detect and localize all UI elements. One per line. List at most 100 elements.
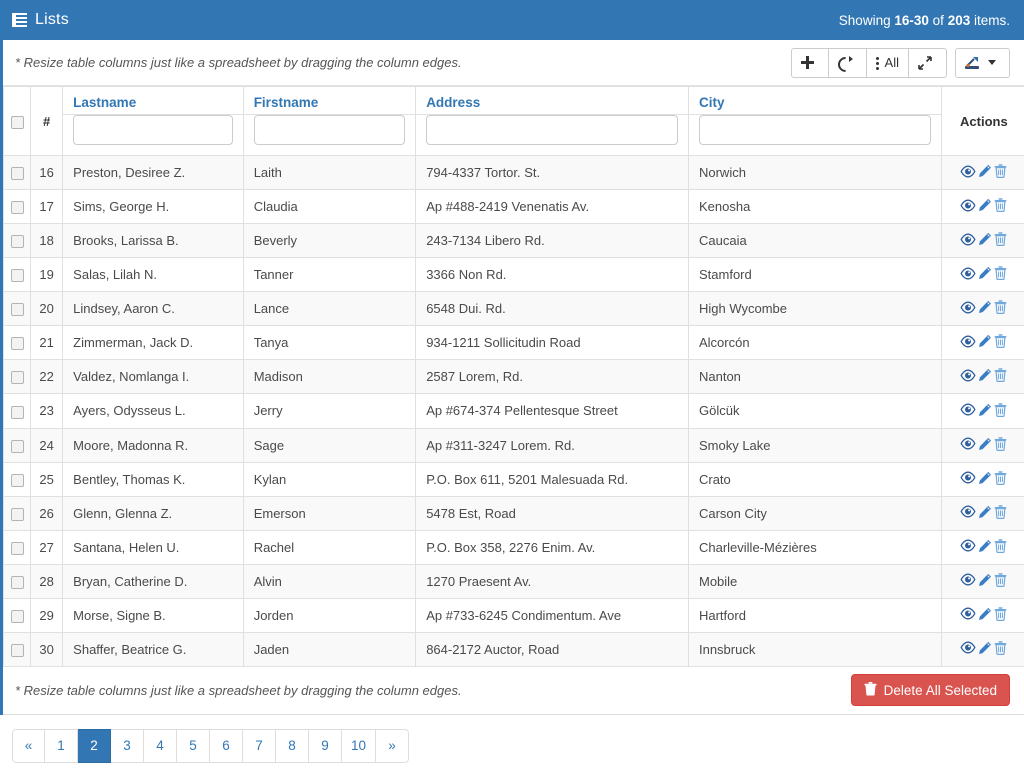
pagination-page-10[interactable]: 10: [342, 728, 377, 763]
row-checkbox[interactable]: [10, 201, 24, 215]
delete-action-icon[interactable]: [994, 504, 1007, 522]
row-checkbox[interactable]: [10, 405, 24, 419]
column-header-lastname[interactable]: Lastname: [62, 86, 244, 115]
select-all-checkbox[interactable]: [10, 115, 24, 129]
view-action-icon[interactable]: [960, 539, 976, 555]
row-checkbox[interactable]: [10, 439, 24, 453]
refresh-button[interactable]: [828, 47, 867, 78]
view-action-icon[interactable]: [960, 573, 976, 589]
view-action-icon[interactable]: [960, 437, 976, 453]
edit-action-icon[interactable]: [978, 368, 992, 385]
filter-input-lastname[interactable]: [73, 115, 233, 145]
pagination-page-9[interactable]: 9: [309, 728, 342, 763]
table-row[interactable]: 19 Salas, Lilah N. Tanner 3366 Non Rd. Stamf…: [2, 257, 1024, 293]
table-row[interactable]: 23 Ayers, Odysseus L. Jerry Ap #674-374 Pel…: [2, 393, 1024, 429]
pagination-page-5[interactable]: 5: [177, 728, 210, 763]
export-dropdown-button[interactable]: [955, 47, 1010, 78]
table-row[interactable]: 30 Shaffer, Beatrice G. Jaden 864-2172 Auct…: [2, 631, 1024, 667]
column-header-lastname-label[interactable]: Lastname: [73, 95, 136, 110]
delete-action-icon[interactable]: [994, 641, 1007, 658]
column-header-firstname[interactable]: Firstname: [242, 86, 417, 115]
delete-action-icon[interactable]: [994, 470, 1007, 488]
table-row[interactable]: 20 Lindsey, Aaron C. Lance 6548 Dui. Rd. Hig…: [2, 291, 1024, 327]
filter-input-address[interactable]: [426, 115, 678, 145]
delete-all-selected-button[interactable]: Delete All Selected: [850, 674, 1010, 707]
view-action-icon[interactable]: [960, 607, 976, 623]
row-checkbox[interactable]: [10, 371, 24, 385]
edit-action-icon[interactable]: [978, 437, 992, 454]
delete-action-icon[interactable]: [994, 368, 1007, 385]
pagination-page-4[interactable]: 4: [144, 728, 177, 763]
edit-action-icon[interactable]: [978, 573, 992, 590]
view-action-icon[interactable]: [960, 199, 976, 215]
table-row[interactable]: 29 Morse, Signe B. Jorden Ap #733-6245 Cond…: [2, 597, 1024, 633]
delete-action-icon[interactable]: [994, 334, 1007, 351]
column-header-address[interactable]: Address: [415, 86, 689, 115]
row-checkbox[interactable]: [10, 473, 24, 487]
add-button[interactable]: [790, 47, 829, 78]
view-action-icon[interactable]: [960, 505, 976, 521]
table-row[interactable]: 26 Glenn, Glenna Z. Emerson 5478 Est, Road C…: [2, 495, 1024, 531]
pagination-page-8[interactable]: 8: [276, 728, 309, 763]
row-checkbox[interactable]: [10, 269, 24, 283]
view-action-icon[interactable]: [960, 165, 976, 181]
filter-input-firstname[interactable]: [253, 115, 406, 145]
delete-action-icon[interactable]: [994, 198, 1007, 215]
edit-action-icon[interactable]: [978, 607, 992, 624]
pagination-page-7[interactable]: 7: [243, 728, 276, 763]
view-action-icon[interactable]: [960, 335, 976, 351]
edit-action-icon[interactable]: [978, 266, 992, 283]
column-header-firstname-label[interactable]: Firstname: [254, 95, 319, 110]
pagination-page-1[interactable]: 1: [45, 728, 78, 763]
table-row[interactable]: 25 Bentley, Thomas K. Kylan P.O. Box 611, 5…: [2, 461, 1024, 497]
delete-action-icon[interactable]: [994, 573, 1007, 590]
pagination-next[interactable]: »: [376, 728, 410, 763]
column-header-city-label[interactable]: City: [699, 95, 725, 110]
column-header-city[interactable]: City: [687, 86, 942, 115]
pagination-page-2[interactable]: 2: [78, 728, 111, 763]
columns-button[interactable]: All: [866, 47, 909, 78]
delete-action-icon[interactable]: [994, 232, 1007, 249]
row-checkbox[interactable]: [10, 575, 24, 589]
edit-action-icon[interactable]: [978, 334, 992, 351]
pagination-page-6[interactable]: 6: [210, 728, 243, 763]
edit-action-icon[interactable]: [978, 300, 992, 317]
pagination-prev[interactable]: «: [12, 728, 45, 763]
delete-action-icon[interactable]: [994, 266, 1007, 283]
edit-action-icon[interactable]: [978, 505, 992, 522]
edit-action-icon[interactable]: [978, 198, 992, 215]
delete-action-icon[interactable]: [994, 539, 1007, 556]
view-action-icon[interactable]: [960, 301, 976, 317]
view-action-icon[interactable]: [960, 369, 976, 385]
table-row[interactable]: 27 Santana, Helen U. Rachel P.O. Box 358, 2…: [2, 529, 1024, 565]
table-row[interactable]: 22 Valdez, Nomlanga I. Madison 2587 Lorem, …: [2, 359, 1024, 395]
view-action-icon[interactable]: [960, 403, 976, 419]
row-checkbox[interactable]: [10, 337, 24, 351]
row-checkbox[interactable]: [10, 507, 24, 521]
pagination-page-3[interactable]: 3: [111, 728, 144, 763]
table-row[interactable]: 17 Sims, George H. Claudia Ap #488-2419 Ven…: [2, 189, 1024, 225]
row-checkbox[interactable]: [10, 609, 24, 623]
fullscreen-button[interactable]: [909, 47, 947, 78]
row-checkbox[interactable]: [10, 541, 24, 555]
edit-action-icon[interactable]: [978, 539, 992, 556]
table-row[interactable]: 24 Moore, Madonna R. Sage Ap #311-3247 Lore…: [2, 427, 1024, 463]
delete-action-icon[interactable]: [994, 402, 1007, 420]
row-checkbox[interactable]: [10, 235, 24, 249]
edit-action-icon[interactable]: [978, 403, 992, 420]
view-action-icon[interactable]: [960, 233, 976, 249]
delete-action-icon[interactable]: [994, 300, 1007, 317]
delete-action-icon[interactable]: [994, 607, 1007, 624]
row-checkbox[interactable]: [10, 167, 24, 181]
table-row[interactable]: 18 Brooks, Larissa B. Beverly 243-7134 Libe…: [2, 223, 1024, 259]
delete-action-icon[interactable]: [994, 164, 1007, 181]
row-checkbox[interactable]: [10, 303, 24, 317]
column-header-address-label[interactable]: Address: [426, 95, 480, 110]
edit-action-icon[interactable]: [978, 164, 992, 181]
table-row[interactable]: 28 Bryan, Catherine D. Alvin 1270 Praesent …: [2, 563, 1024, 599]
delete-action-icon[interactable]: [994, 436, 1007, 454]
edit-action-icon[interactable]: [978, 232, 992, 249]
filter-input-city[interactable]: [698, 115, 931, 145]
table-row[interactable]: 21 Zimmerman, Jack D. Tanya 934-1211 Sollic…: [2, 325, 1024, 361]
view-action-icon[interactable]: [960, 267, 976, 283]
